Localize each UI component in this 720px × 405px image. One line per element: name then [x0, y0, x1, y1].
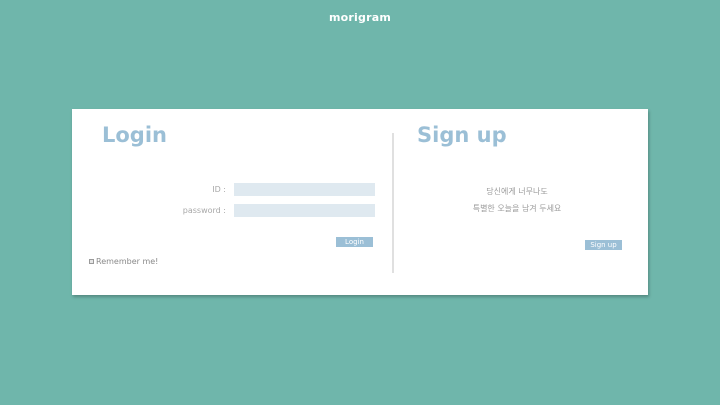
password-label: password : [182, 206, 226, 215]
signup-tagline-line1: 당신에게 너무나도 [486, 187, 548, 196]
id-row: ID : [162, 183, 375, 196]
brand-logo: morigram [329, 11, 391, 24]
id-label: ID : [212, 185, 226, 194]
remember-checkbox[interactable] [89, 259, 94, 264]
section-divider [392, 133, 394, 273]
password-input[interactable] [234, 204, 375, 217]
login-button[interactable]: Login [336, 237, 373, 247]
id-input[interactable] [234, 183, 375, 196]
signup-title: Sign up [417, 123, 507, 147]
remember-me[interactable]: Remember me! [89, 257, 158, 266]
auth-card: Login ID : password : Login Remember me!… [72, 109, 648, 295]
login-title: Login [102, 123, 167, 147]
password-row: password : [162, 204, 375, 217]
remember-label: Remember me! [96, 257, 159, 266]
signup-button[interactable]: Sign up [585, 240, 622, 250]
signup-tagline-line2: 특별한 오늘을 남겨 두세요 [472, 204, 562, 213]
